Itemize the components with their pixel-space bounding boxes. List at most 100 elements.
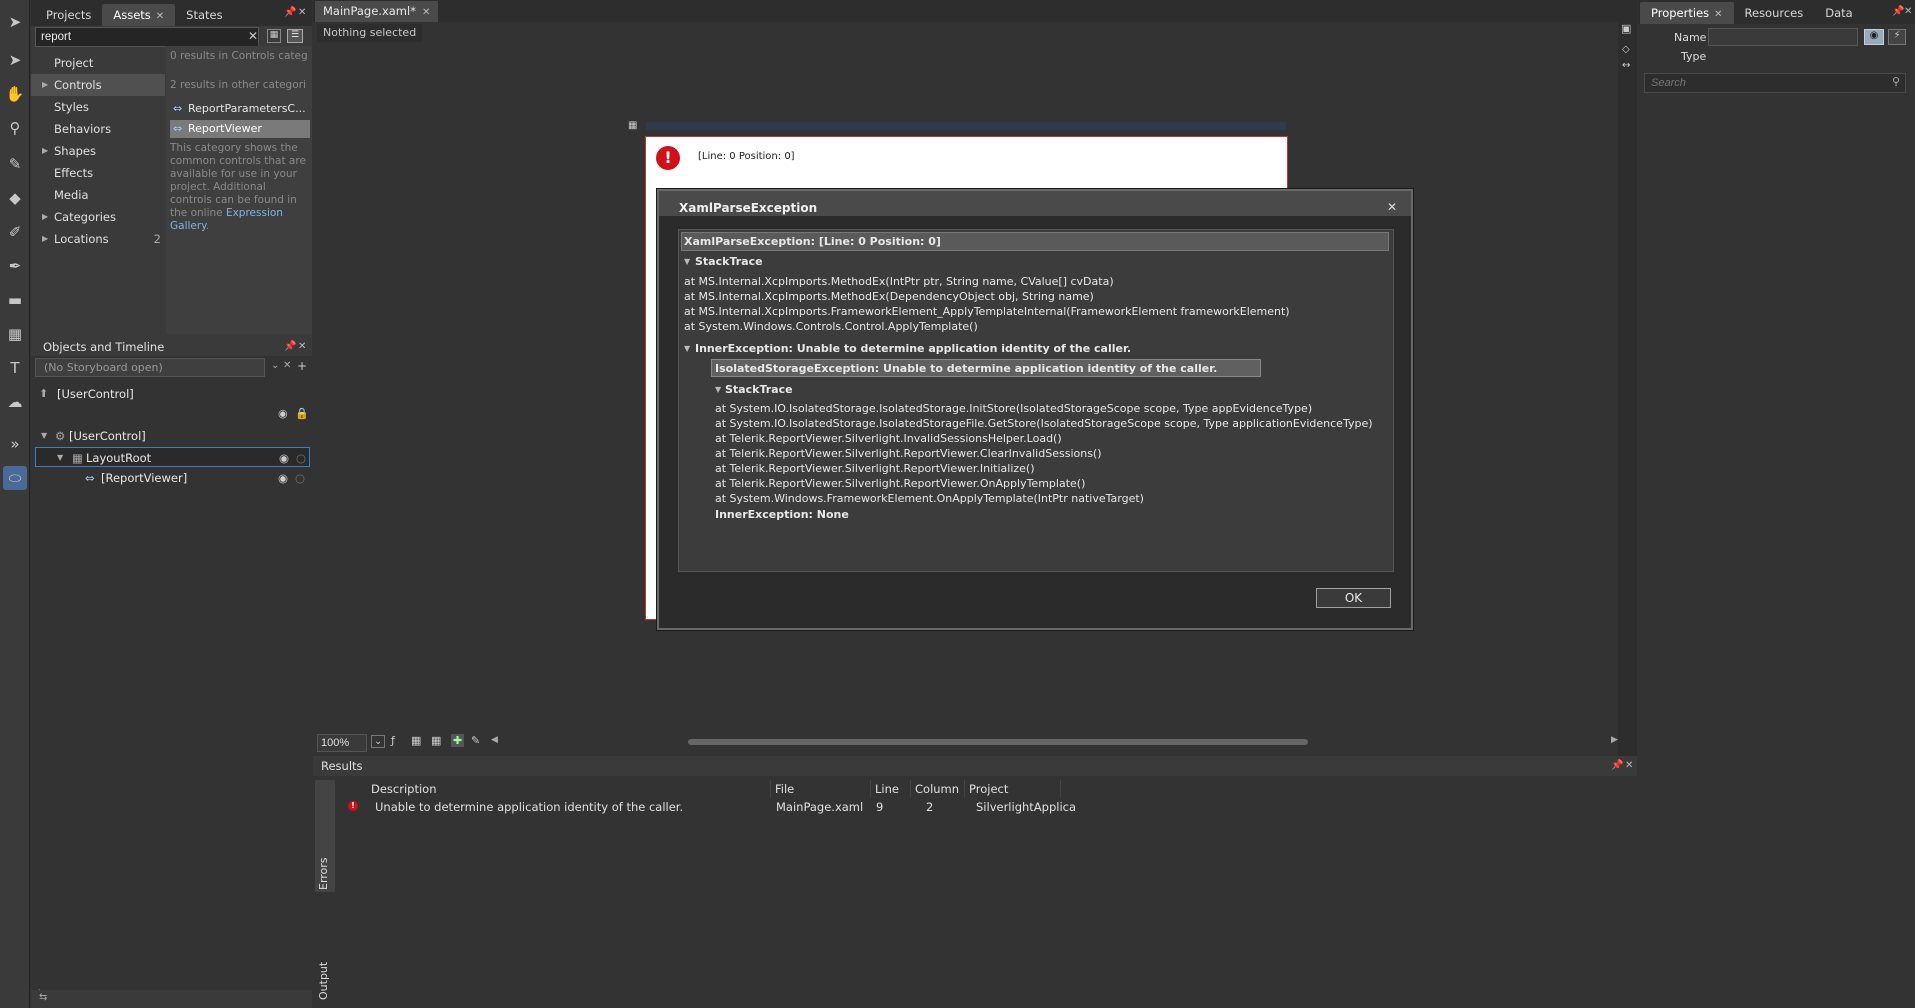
footer-icon[interactable]: ⇆ [39, 992, 47, 1003]
layout-grid-icon[interactable]: ▦ [628, 120, 637, 131]
assets-icon[interactable]: ⬭ [3, 466, 27, 490]
stack-line: at Telerik.ReportViewer.Silverlight.Repo… [715, 447, 1102, 460]
pin-icon[interactable]: 📌 [284, 7, 296, 18]
tab-states[interactable]: States [175, 4, 233, 26]
zoom-input[interactable] [317, 734, 367, 752]
add-storyboard-icon[interactable]: + [297, 359, 307, 373]
annotation-icon[interactable]: ✎ [471, 734, 480, 747]
scope-up-icon[interactable]: ⬆ [39, 387, 48, 400]
lock-icon[interactable]: 🔒 [295, 407, 309, 420]
tab-properties[interactable]: Properties ✕ [1640, 2, 1734, 24]
snap-grid-icon[interactable]: ▦ [431, 734, 441, 747]
tab-mainpage[interactable]: MainPage.xaml* ✕ [315, 1, 439, 22]
eyedropper-icon[interactable]: ✎ [3, 152, 27, 176]
tab-errors[interactable]: Errors [315, 780, 335, 892]
close-icon[interactable]: ✕ [1387, 200, 1397, 214]
column-project[interactable]: Project [965, 780, 1061, 798]
expand-icon[interactable]: ▶ [42, 206, 48, 228]
tab-assets[interactable]: Assets ✕ [102, 4, 176, 26]
scroll-left-icon[interactable]: ◀ [491, 735, 498, 745]
tree-item-usercontrol[interactable]: ▼ ⚙ [UserControl] [31, 426, 312, 446]
xaml-view-icon[interactable]: ◇ [1622, 44, 1630, 55]
split-view-icon[interactable]: ↔ [1622, 60, 1630, 71]
snap-lines-icon[interactable]: ✚ [451, 734, 465, 747]
tree-item-layoutroot[interactable]: ▼ ▦ LayoutRoot ◉ ○ [35, 447, 310, 467]
category-shapes[interactable]: ▶ Shapes [31, 140, 165, 162]
grid-view-icon[interactable]: ▦ [267, 29, 281, 43]
clear-search-icon[interactable]: ✕ [248, 29, 258, 43]
asset-item-reportviewer[interactable]: ⇔ ReportViewer [170, 120, 310, 138]
inner-exception-none: InnerException: None [715, 508, 849, 521]
ok-button[interactable]: OK [1316, 588, 1391, 608]
rectangle-icon[interactable]: ▬ [3, 288, 27, 312]
lock-icon[interactable]: ○ [295, 468, 305, 488]
design-view-icon[interactable]: ▣ [1621, 22, 1631, 35]
horizontal-scroll-thumb[interactable] [688, 739, 1308, 745]
tree-item-reportviewer[interactable]: ⇔ [ReportViewer] ◉ ○ [31, 468, 312, 488]
collapse-icon[interactable]: ▼ [715, 385, 721, 394]
visibility-icon[interactable]: ◉ [278, 407, 288, 420]
chevron-right-icon[interactable]: » [3, 432, 27, 456]
visibility-icon[interactable]: ◉ [279, 448, 289, 468]
tab-projects[interactable]: Projects [35, 4, 102, 26]
column-column[interactable]: Column [911, 780, 965, 798]
tab-output[interactable]: Output [315, 896, 335, 1004]
pin-icon[interactable]: 📌 [1892, 6, 1904, 17]
list-view-icon[interactable]: ☰ [287, 29, 303, 43]
collapse-icon[interactable]: ▼ [684, 344, 690, 353]
category-styles[interactable]: Styles [31, 96, 165, 118]
selection-icon[interactable]: ➤ [3, 10, 27, 34]
visibility-icon[interactable]: ◉ [278, 468, 288, 488]
show-grid-icon[interactable]: ▦ [411, 734, 421, 747]
brush-icon[interactable]: ✐ [3, 220, 27, 244]
asset-item-reportparameters[interactable]: ⇔ ReportParametersC... [170, 100, 310, 118]
direct-select-icon[interactable]: ➤ [3, 48, 27, 72]
category-controls[interactable]: ▶ Controls [31, 74, 165, 96]
close-icon[interactable]: ✕ [1714, 9, 1722, 20]
close-storyboard-icon[interactable]: ✕ [283, 360, 291, 371]
column-file[interactable]: File [771, 780, 871, 798]
column-line[interactable]: Line [871, 780, 911, 798]
fx-icon[interactable]: ƒ [391, 734, 395, 747]
speech-icon[interactable]: ☁ [3, 390, 27, 414]
expand-icon[interactable]: ▶ [42, 140, 48, 162]
column-description[interactable]: Description [367, 780, 771, 798]
close-icon[interactable]: ✕ [156, 11, 164, 22]
collapse-icon[interactable]: ▼ [684, 257, 690, 266]
pin-icon[interactable]: 📌 [284, 341, 296, 352]
property-search-input[interactable] [1644, 73, 1906, 93]
name-input[interactable] [1708, 28, 1858, 46]
tab-data[interactable]: Data [1814, 2, 1863, 24]
text-icon[interactable]: T [3, 356, 27, 380]
close-icon[interactable]: ✕ [422, 7, 430, 18]
asset-search-input[interactable] [35, 27, 259, 47]
category-media[interactable]: Media [31, 184, 165, 206]
category-behaviors[interactable]: Behaviors [31, 118, 165, 140]
close-icon[interactable]: ✕ [1904, 6, 1912, 17]
close-icon[interactable]: ✕ [1625, 760, 1633, 771]
grid-icon[interactable]: ▦ [3, 322, 27, 346]
paint-bucket-icon[interactable]: ◆ [3, 186, 27, 210]
collapse-icon[interactable]: ▼ [41, 426, 47, 446]
category-project[interactable]: Project [31, 52, 165, 74]
collapse-icon[interactable]: ▼ [57, 448, 63, 468]
lock-icon[interactable]: ○ [296, 448, 306, 468]
tab-resources[interactable]: Resources [1734, 2, 1815, 24]
close-icon[interactable]: ✕ [298, 341, 306, 352]
storyboard-selector[interactable]: (No Storyboard open) [35, 358, 265, 377]
zoom-icon[interactable]: ⚲ [3, 116, 27, 140]
properties-view-icon[interactable]: ◉ [1864, 29, 1884, 45]
storyboard-options-icon[interactable]: ⌄ [271, 360, 279, 371]
close-icon[interactable]: ✕ [298, 7, 306, 18]
expand-icon[interactable]: ▶ [42, 228, 48, 250]
category-categories[interactable]: ▶ Categories [31, 206, 165, 228]
pan-icon[interactable]: ✋ [3, 82, 27, 106]
zoom-dropdown-icon[interactable]: ⌄ [371, 735, 386, 748]
pin-icon[interactable]: 📌 [1611, 760, 1623, 771]
category-locations[interactable]: ▶ Locations 2 [31, 228, 165, 250]
scroll-right-icon[interactable]: ▶ [1611, 735, 1618, 745]
expand-icon[interactable]: ▶ [42, 74, 48, 96]
pen-icon[interactable]: ✒ [3, 254, 27, 278]
category-effects[interactable]: Effects [31, 162, 165, 184]
events-view-icon[interactable]: ⚡ [1888, 29, 1906, 45]
